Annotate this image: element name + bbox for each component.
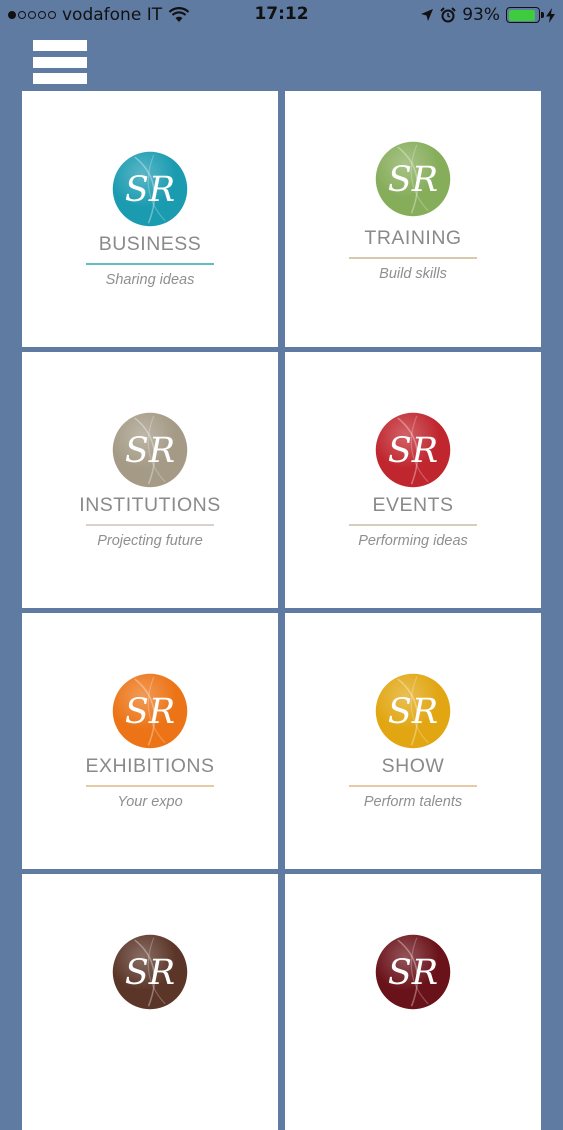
category-tile[interactable]: SR: [22, 874, 278, 1130]
logo-text: SR: [125, 692, 175, 732]
category-tile[interactable]: SR SHOW Perform talents: [285, 613, 541, 869]
tile-subtitle: Perform talents: [363, 794, 463, 810]
logo-text: SR: [388, 431, 438, 471]
category-tile[interactable]: SR BUSINESS Sharing ideas: [22, 91, 278, 347]
menu-bar: [33, 56, 87, 68]
tile-subtitle: Sharing ideas: [105, 272, 195, 288]
battery-percent: 93%: [462, 5, 500, 25]
logo-text: SR: [125, 431, 175, 471]
menu-bar: [33, 73, 87, 84]
location-arrow-icon: [421, 9, 434, 21]
tile-title: INSTITUTIONS: [79, 494, 221, 516]
tile-subtitle: Performing ideas: [358, 533, 468, 549]
menu-button[interactable]: [33, 40, 87, 84]
category-tile[interactable]: SR INSTITUTIONS Projecting future: [22, 352, 278, 608]
tile-divider: [86, 263, 214, 265]
category-tile[interactable]: SR TRAINING Build skills: [285, 91, 541, 347]
tile-title: BUSINESS: [98, 233, 202, 255]
charging-bolt-icon: [546, 7, 555, 23]
category-tile[interactable]: SR EXHIBITIONS Your expo: [22, 613, 278, 869]
category-grid: SR BUSINESS Sharing ideas SR TRAINING Build s…: [22, 91, 542, 1130]
sr-logo-icon: SR: [112, 934, 188, 1010]
logo-text: SR: [125, 953, 175, 993]
sr-logo-icon: SR: [112, 151, 188, 227]
sr-logo-icon: SR: [375, 673, 451, 749]
category-tile[interactable]: SR EVENTS Performing ideas: [285, 352, 541, 608]
logo-text: SR: [388, 160, 438, 200]
tile-divider: [349, 785, 477, 787]
status-bar: vodafone IT 17:12 93%: [0, 0, 563, 32]
tile-subtitle: Projecting future: [97, 533, 203, 549]
tile-divider: [349, 257, 477, 259]
category-tile[interactable]: SR: [285, 874, 541, 1130]
sr-logo-icon: SR: [375, 141, 451, 217]
sr-logo-icon: SR: [375, 934, 451, 1010]
tile-title: EXHIBITIONS: [85, 755, 215, 777]
status-right: 93%: [420, 5, 555, 25]
tile-divider: [86, 785, 214, 787]
sr-logo-icon: SR: [112, 673, 188, 749]
sr-logo-icon: SR: [375, 412, 451, 488]
battery-fill: [508, 9, 536, 21]
logo-text: SR: [388, 953, 438, 993]
tile-title: TRAINING: [364, 227, 462, 249]
sr-logo-icon: SR: [112, 412, 188, 488]
tile-title: SHOW: [381, 755, 445, 777]
tile-subtitle: Build skills: [379, 266, 447, 282]
tile-subtitle: Your expo: [117, 794, 183, 810]
tile-title: EVENTS: [372, 494, 454, 516]
logo-text: SR: [125, 170, 175, 210]
tile-divider: [86, 524, 214, 526]
battery-icon: [506, 7, 544, 23]
alarm-clock-icon: [440, 7, 456, 23]
logo-text: SR: [388, 692, 438, 732]
menu-bar: [33, 40, 87, 51]
tile-divider: [349, 524, 477, 526]
